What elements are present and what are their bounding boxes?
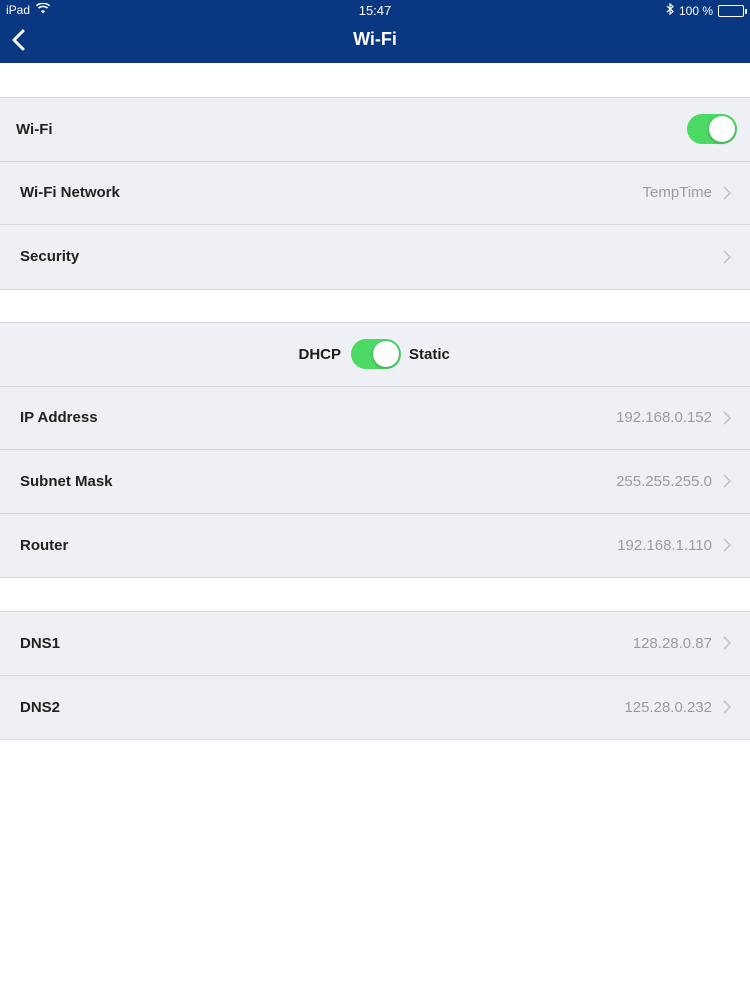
chevron-right-icon [723,538,732,552]
security-label: Security [20,248,80,266]
ip-mode-row: DHCP Static [0,323,750,387]
wifi-network-label: Wi-Fi Network [20,184,120,202]
security-row[interactable]: Security [0,225,750,289]
dns1-value: 128.28.0.87 [632,634,712,652]
subnet-mask-row[interactable]: Subnet Mask 255.255.255.0 [0,450,750,514]
battery-percent: 100 % [678,3,713,18]
subnet-mask-label: Subnet Mask [20,472,113,490]
static-label: Static [409,345,450,363]
dhcp-static-toggle[interactable] [351,339,401,369]
battery-icon [718,4,747,17]
wifi-network-value: TempTime [642,184,712,202]
ip-address-row[interactable]: IP Address 192.168.0.152 [0,387,750,450]
page-title: Wi-Fi [353,29,397,49]
ip-address-value: 192.168.0.152 [616,409,712,427]
ip-config-group: DHCP Static IP Address 192.168.0.152 Sub… [0,322,750,578]
dns2-value: 125.28.0.232 [624,698,712,716]
ip-address-label: IP Address [20,409,98,427]
dhcp-label: DHCP [298,345,341,363]
chevron-right-icon [723,186,732,200]
router-value: 192.168.1.110 [617,536,712,554]
wifi-toggle[interactable] [687,114,737,144]
nav-bar: iPad 15:47 100 % Wi-Fi [0,0,750,63]
router-label: Router [20,536,69,554]
chevron-right-icon [723,636,732,650]
chevron-right-icon [723,700,732,714]
dns2-label: DNS2 [20,698,61,716]
status-bar: iPad 15:47 100 % [0,0,750,20]
dns-group: DNS1 128.28.0.87 DNS2 125.28.0.232 [0,611,750,740]
wifi-label: Wi-Fi [16,120,53,138]
clock: 15:47 [358,3,392,18]
router-row[interactable]: Router 192.168.1.110 [0,514,750,578]
bluetooth-icon [666,2,674,18]
dns1-row[interactable]: DNS1 128.28.0.87 [0,612,750,676]
dns1-label: DNS1 [20,634,61,652]
wifi-group: Wi-Fi Wi-Fi Network TempTime Security [0,97,750,290]
chevron-right-icon [723,411,732,425]
chevron-right-icon [723,474,732,488]
subnet-mask-value: 255.255.255.0 [616,472,712,490]
wifi-toggle-row: Wi-Fi [0,98,750,162]
chevron-right-icon [723,250,732,264]
dns2-row[interactable]: DNS2 125.28.0.232 [0,676,750,740]
wifi-network-row[interactable]: Wi-Fi Network TempTime [0,162,750,225]
